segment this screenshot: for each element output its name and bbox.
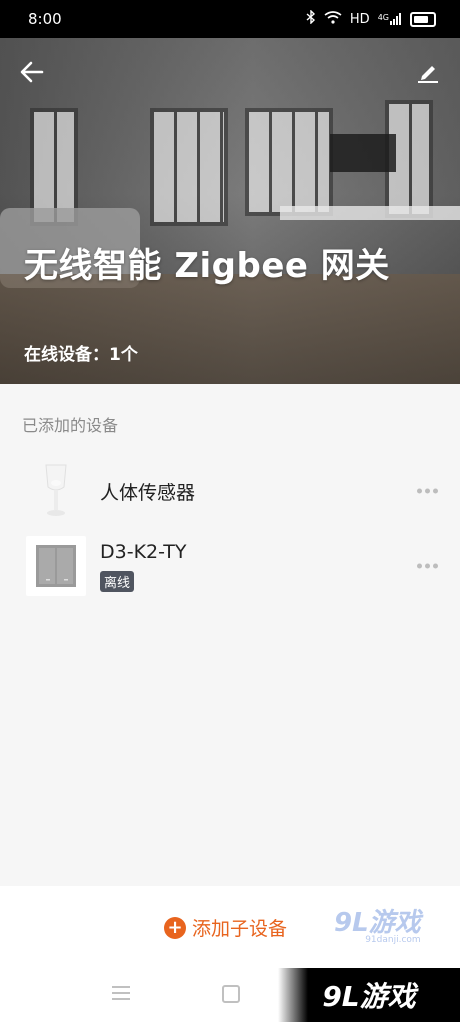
back-arrow-icon [20, 61, 44, 87]
status-bar: 8:00 HD 4G [0, 0, 460, 38]
add-sub-device-button[interactable]: + 添加子设备 [164, 914, 287, 941]
network-type: 4G [377, 13, 389, 22]
status-time: 8:00 [28, 10, 62, 28]
watermark-banner: 9L游戏 [278, 968, 460, 1022]
offline-badge: 离线 [100, 570, 135, 592]
bluetooth-icon [306, 9, 316, 28]
watermark-text: 9L游戏 [334, 908, 421, 938]
page-title: 无线智能 Zigbee 网关 [24, 246, 390, 286]
edit-button[interactable] [412, 58, 444, 90]
section-title: 已添加的设备 [22, 416, 119, 435]
edit-icon [416, 60, 440, 88]
menu-icon[interactable] [112, 986, 130, 1000]
more-options-icon[interactable] [417, 488, 438, 494]
watermark-logo: 9L游戏 91danji.com [334, 902, 421, 945]
hd-label: HD [349, 11, 370, 27]
status-icons: HD 4G [306, 9, 436, 28]
add-sub-device-label: 添加子设备 [192, 918, 288, 940]
gateway-header: 无线智能 Zigbee 网关 在线设备：1个 [0, 38, 460, 384]
watermark-banner-text: 9L游戏 [322, 980, 416, 1013]
battery-icon [410, 11, 436, 27]
back-button[interactable] [16, 58, 48, 90]
motion-sensor-icon [26, 461, 86, 521]
home-icon[interactable] [222, 985, 240, 1003]
device-item[interactable]: D3-K2-TY 离线 [0, 531, 460, 601]
device-item[interactable]: 人体传感器 [0, 456, 460, 526]
background-window [150, 108, 228, 226]
online-device-count: 在线设备：1个 [24, 345, 138, 365]
device-info: D3-K2-TY 离线 [100, 541, 186, 592]
wall-switch-icon [26, 536, 86, 596]
background-table [280, 206, 460, 220]
device-name: 人体传感器 [100, 481, 196, 504]
signal-icon: 4G [378, 13, 402, 25]
more-options-icon[interactable] [417, 563, 438, 569]
background-tv [330, 134, 396, 172]
plus-icon: + [164, 916, 186, 939]
background-floor [0, 274, 460, 384]
background-window [245, 108, 333, 216]
device-info: 人体传感器 [100, 478, 195, 505]
device-name: D3-K2-TY [100, 540, 187, 563]
wifi-icon [324, 10, 342, 28]
